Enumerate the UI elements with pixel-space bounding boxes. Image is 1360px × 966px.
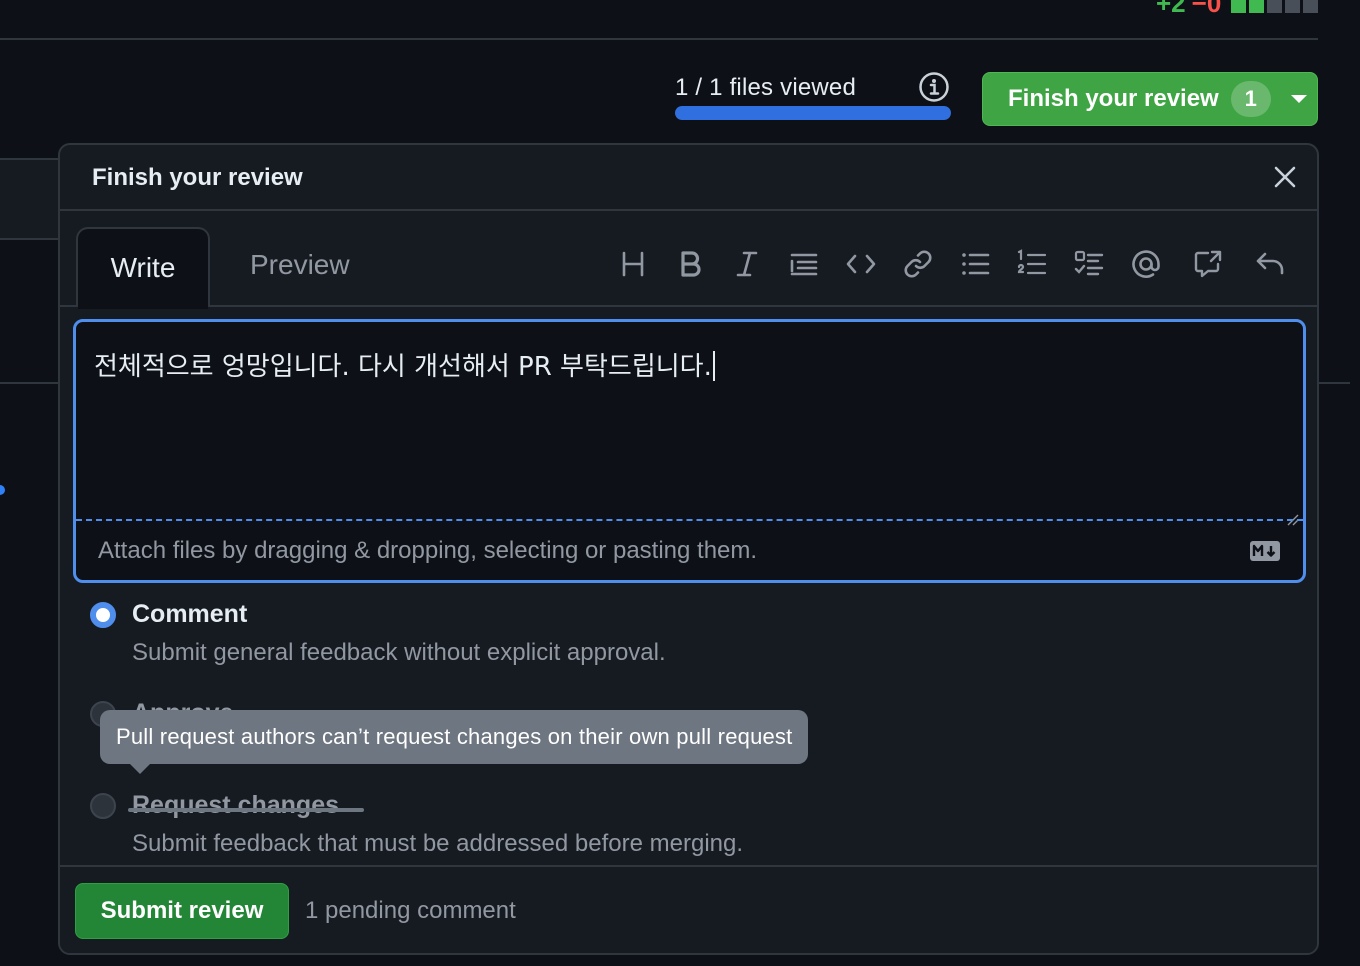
markdown-icon[interactable] [1249,540,1281,562]
files-viewed-progress-fill [675,106,951,120]
finish-review-label: Finish your review [1008,85,1219,112]
undo-icon[interactable] [1253,247,1287,281]
code-icon[interactable] [844,247,878,281]
tab-write[interactable]: Write [76,227,210,309]
info-icon[interactable] [918,71,950,103]
italic-icon[interactable] [730,247,764,281]
chevron-down-icon [1290,95,1307,103]
files-viewed-label: 1 / 1 files viewed [675,74,857,101]
files-viewed-progress [675,106,951,120]
option-comment[interactable]: Comment Submit general feedback without … [90,600,1190,667]
editor-tabs: Write Preview [60,211,1317,309]
page-divider [0,382,60,384]
text-cursor [712,351,715,381]
task-list-icon[interactable] [1072,247,1106,281]
tooltip: Pull request authors can’t request chang… [100,710,809,774]
submit-review-button[interactable]: Submit review [75,883,289,939]
dialog-footer: Submit review 1 pending comment [60,865,1317,953]
background-panel [0,160,58,238]
cross-reference-icon[interactable] [1191,247,1225,281]
focus-underline [128,808,364,812]
diffstat-block [1285,0,1301,13]
comment-description: Submit general feedback without explicit… [132,639,666,666]
diffstat-block [1303,0,1319,13]
close-icon[interactable] [1271,163,1299,191]
dialog-header: Finish your review [60,145,1317,211]
pending-comment-count: 1 pending comment [305,897,516,924]
link-icon[interactable] [901,247,935,281]
request-changes-description: Submit feedback that must be addressed b… [132,830,744,857]
page-divider [0,158,60,160]
timeline-dot [0,485,5,495]
numbered-list-icon[interactable] [1015,247,1049,281]
tab-preview[interactable]: Preview [250,249,350,281]
review-text: 전체적으로 엉망입니다. 다시 개선해서 PR 부탁드립니다. [94,352,712,382]
review-textarea[interactable]: 전체적으로 엉망입니다. 다시 개선해서 PR 부탁드립니다. [76,322,1303,526]
review-comment-editor[interactable]: 전체적으로 엉망입니다. 다시 개선해서 PR 부탁드립니다. Attach f… [73,319,1306,583]
diffstat-blocks [1231,0,1319,13]
quote-icon[interactable] [787,247,821,281]
diffstat-block [1249,0,1265,13]
resize-handle-icon[interactable] [1285,503,1299,526]
comment-radio[interactable] [90,602,116,628]
attach-files-area[interactable]: Attach files by dragging & dropping, sel… [76,519,1303,580]
page-divider [0,38,1318,40]
mention-icon[interactable] [1129,247,1163,281]
diffstat-block [1267,0,1283,13]
diffstat: +2 −0 [1156,0,1319,19]
pending-count-badge: 1 [1230,81,1271,117]
request-changes-radio[interactable] [90,793,116,819]
dialog-title: Finish your review [92,164,303,191]
bold-icon[interactable] [673,247,707,281]
request-changes-label: Request changes [132,791,340,819]
diffstat-additions: +2 [1156,0,1186,18]
finish-review-button[interactable]: Finish your review 1 [982,72,1318,126]
option-request-changes[interactable]: Request changes Submit feedback that mus… [90,791,1190,858]
heading-icon[interactable] [616,247,650,281]
diffstat-deletions: −0 [1191,0,1222,18]
markdown-toolbar [616,247,1287,281]
comment-label: Comment [132,600,248,628]
bulleted-list-icon[interactable] [958,247,992,281]
files-viewed[interactable]: 1 / 1 files viewed [675,74,951,120]
finish-review-dialog: Finish your review Write Preview 전체적으로 엉… [58,143,1319,955]
attach-files-hint: Attach files by dragging & dropping, sel… [98,536,758,564]
diffstat-block [1231,0,1247,13]
page-divider [0,238,60,240]
page-divider [1318,382,1350,384]
